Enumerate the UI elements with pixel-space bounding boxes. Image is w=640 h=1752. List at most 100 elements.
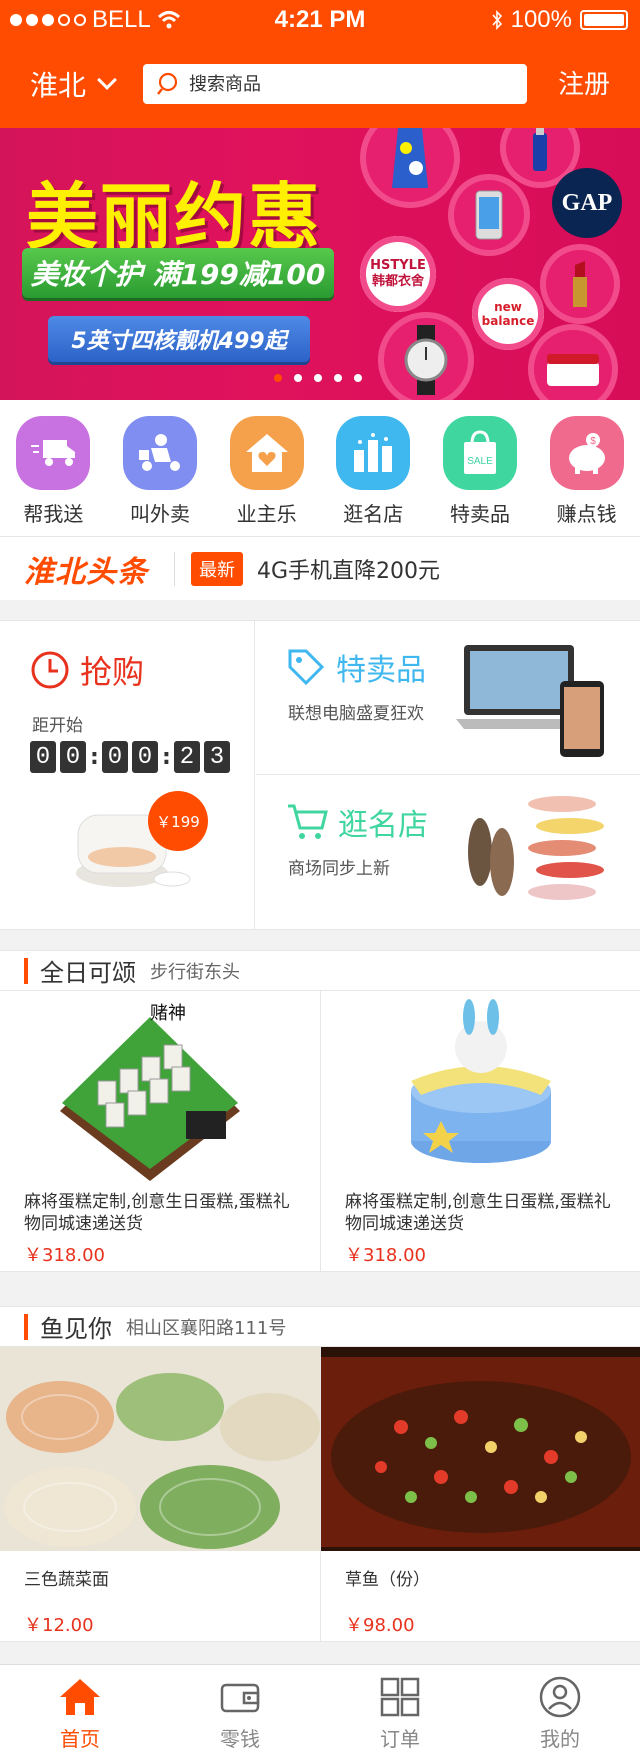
quick-nav-takeout[interactable]: 叫外卖 [107, 400, 214, 536]
clock-icon [31, 651, 69, 689]
section-title: 全日可颂 [40, 959, 136, 987]
countdown-digit: 0 [102, 741, 128, 773]
phone-product-circle [448, 174, 530, 256]
battery-percent: 100% [510, 6, 572, 33]
orders-icon [380, 1677, 420, 1717]
product-price: ￥318.00 [24, 1245, 105, 1266]
banner-line1: 美妆个护 满199减100 [22, 248, 334, 298]
shop-section-header[interactable]: 全日可颂 步行街东头 [0, 950, 640, 990]
countdown-timer: 0 0 : 0 0 : 2 3 [30, 741, 230, 773]
quick-nav-label: 赚点钱 [556, 502, 617, 526]
countdown-digit: 0 [132, 741, 158, 773]
news-logo: 淮北头条 [24, 554, 148, 590]
truck-icon [16, 416, 91, 490]
search-box[interactable] [143, 64, 527, 104]
register-button[interactable]: 注册 [558, 64, 610, 101]
promo-banner[interactable]: 美丽约惠 美妆个护 满199减100 5英寸四核靓机499起 GAP HSTYL… [0, 128, 640, 400]
svg-text:$: $ [590, 436, 596, 447]
product-grid: 赌神 麻将蛋糕定制,创意生日蛋糕,蛋糕礼物同城速递送货 ￥318.00 麻将蛋糕… [0, 990, 640, 1272]
special-sale-card[interactable]: 特卖品 联想电脑盛夏狂欢 [256, 621, 640, 775]
tab-orders[interactable]: 订单 [320, 1665, 480, 1752]
product-price: ￥318.00 [345, 1245, 426, 1266]
quick-nav-label: 帮我送 [23, 502, 84, 526]
quick-nav-send[interactable]: 帮我送 [0, 400, 107, 536]
svg-text:SALE: SALE [467, 456, 493, 467]
bottom-tab-bar: 首页 零钱 订单 我的 [0, 1664, 640, 1752]
product-price: ￥12.00 [24, 1615, 94, 1636]
banner-dot[interactable] [314, 374, 322, 382]
product-grid: 三色蔬菜面 ￥12.00 草鱼（份） ￥98.00 [0, 1346, 640, 1642]
piggy-bank-icon: $ [549, 416, 624, 490]
shop-section-header[interactable]: 鱼见你 相山区襄阳路111号 [0, 1306, 640, 1346]
lipstick-product-circle [540, 244, 620, 324]
tab-profile[interactable]: 我的 [480, 1665, 640, 1752]
product-title: 三色蔬菜面 [24, 1570, 109, 1590]
tab-wallet[interactable]: 零钱 [160, 1665, 320, 1752]
flash-sale-card[interactable]: 抢购 距开始 0 0 : 0 0 : 2 3 ￥199 [0, 621, 255, 929]
svg-text:赌神: 赌神 [150, 1003, 186, 1024]
famous-store-card[interactable]: 逛名店 商场同步上新 [256, 776, 640, 929]
delivery-scooter-icon [122, 416, 197, 490]
tab-label: 我的 [540, 1727, 580, 1751]
banner-dot[interactable] [294, 374, 302, 382]
product-title: 麻将蛋糕定制,创意生日蛋糕,蛋糕礼物同城速递送货 [24, 1192, 290, 1234]
countdown-digit: 2 [174, 741, 200, 773]
product-card[interactable]: 草鱼（份） ￥98.00 [320, 1347, 640, 1641]
countdown-label: 距开始 [32, 716, 83, 736]
quick-nav-label: 业主乐 [236, 502, 297, 526]
app-home-page: BELL 4:21 PM 100% 淮北 搜索商品 注册 美丽约惠 美妆个护 满… [0, 0, 640, 1752]
dress-product-circle [360, 128, 460, 208]
section-accent-bar [24, 957, 28, 984]
divider [174, 551, 175, 586]
flash-sale-title: 抢购 [30, 647, 144, 693]
hstyle-logo: HSTYLE 韩都衣舍 [360, 236, 436, 312]
city-label: 淮北 [30, 69, 87, 102]
quick-nav-sale[interactable]: SALE 特卖品 [427, 400, 534, 536]
quick-nav-earn[interactable]: $ 赚点钱 [533, 400, 640, 536]
new-balance-logo: new balance [472, 278, 544, 350]
product-card[interactable]: 三色蔬菜面 ￥12.00 [0, 1347, 320, 1641]
product-card[interactable]: 赌神 麻将蛋糕定制,创意生日蛋糕,蛋糕礼物同城速递送货 ￥318.00 [0, 991, 320, 1271]
section-subtitle: 步行街东头 [150, 961, 240, 983]
special-sale-title: 特卖品 [286, 645, 426, 689]
tag-icon [288, 649, 325, 686]
quick-nav: 帮我送 叫外卖 业主乐 逛名店 SALE 特卖品 $ 赚点钱 [0, 400, 640, 536]
product-card[interactable]: 麻将蛋糕定制,创意生日蛋糕,蛋糕礼物同城速递送货 ￥318.00 [320, 991, 640, 1271]
status-bar: BELL 4:21 PM 100% [0, 0, 640, 40]
special-sale-subtitle: 联想电脑盛夏狂欢 [288, 704, 424, 724]
banner-dot[interactable] [354, 374, 362, 382]
noodles-image [0, 1347, 320, 1551]
banner-dot[interactable] [274, 374, 282, 382]
grilled-fish-image [321, 1347, 640, 1551]
top-header: 淮北 注册 [0, 40, 640, 128]
news-headline[interactable]: 4G手机直降200元 [257, 553, 440, 585]
home-icon [60, 1679, 100, 1715]
banner-pagination[interactable] [274, 374, 362, 382]
search-input[interactable] [189, 73, 489, 95]
section-subtitle: 相山区襄阳路111号 [126, 1317, 287, 1339]
shoes-image [468, 796, 604, 900]
quick-nav-owner[interactable]: 业主乐 [213, 400, 320, 536]
tab-home[interactable]: 首页 [0, 1665, 160, 1752]
cream-product-circle [528, 324, 618, 400]
price-badge: ￥199 [148, 791, 208, 851]
mahjong-cake-image: 赌神 [60, 1003, 240, 1181]
countdown-colon: : [90, 744, 99, 770]
watch-product-circle [378, 312, 474, 400]
city-selector[interactable]: 淮北 [30, 64, 117, 104]
banner-line2: 5英寸四核靓机499起 [48, 316, 310, 362]
tab-label: 首页 [60, 1727, 100, 1751]
sale-bag-icon: SALE [442, 416, 517, 490]
bluetooth-icon [492, 10, 502, 30]
gap-logo: GAP [552, 168, 622, 238]
house-heart-icon [229, 416, 304, 490]
chevron-down-icon [97, 70, 117, 90]
news-ticker[interactable]: 淮北头条 最新 4G手机直降200元 [0, 536, 640, 600]
banner-dot[interactable] [334, 374, 342, 382]
quick-nav-stores[interactable]: 逛名店 [320, 400, 427, 536]
countdown-digit: 0 [30, 741, 56, 773]
tab-label: 零钱 [220, 1727, 260, 1751]
profile-icon [539, 1676, 581, 1718]
countdown-digit: 0 [60, 741, 86, 773]
city-buildings-icon [336, 416, 411, 490]
